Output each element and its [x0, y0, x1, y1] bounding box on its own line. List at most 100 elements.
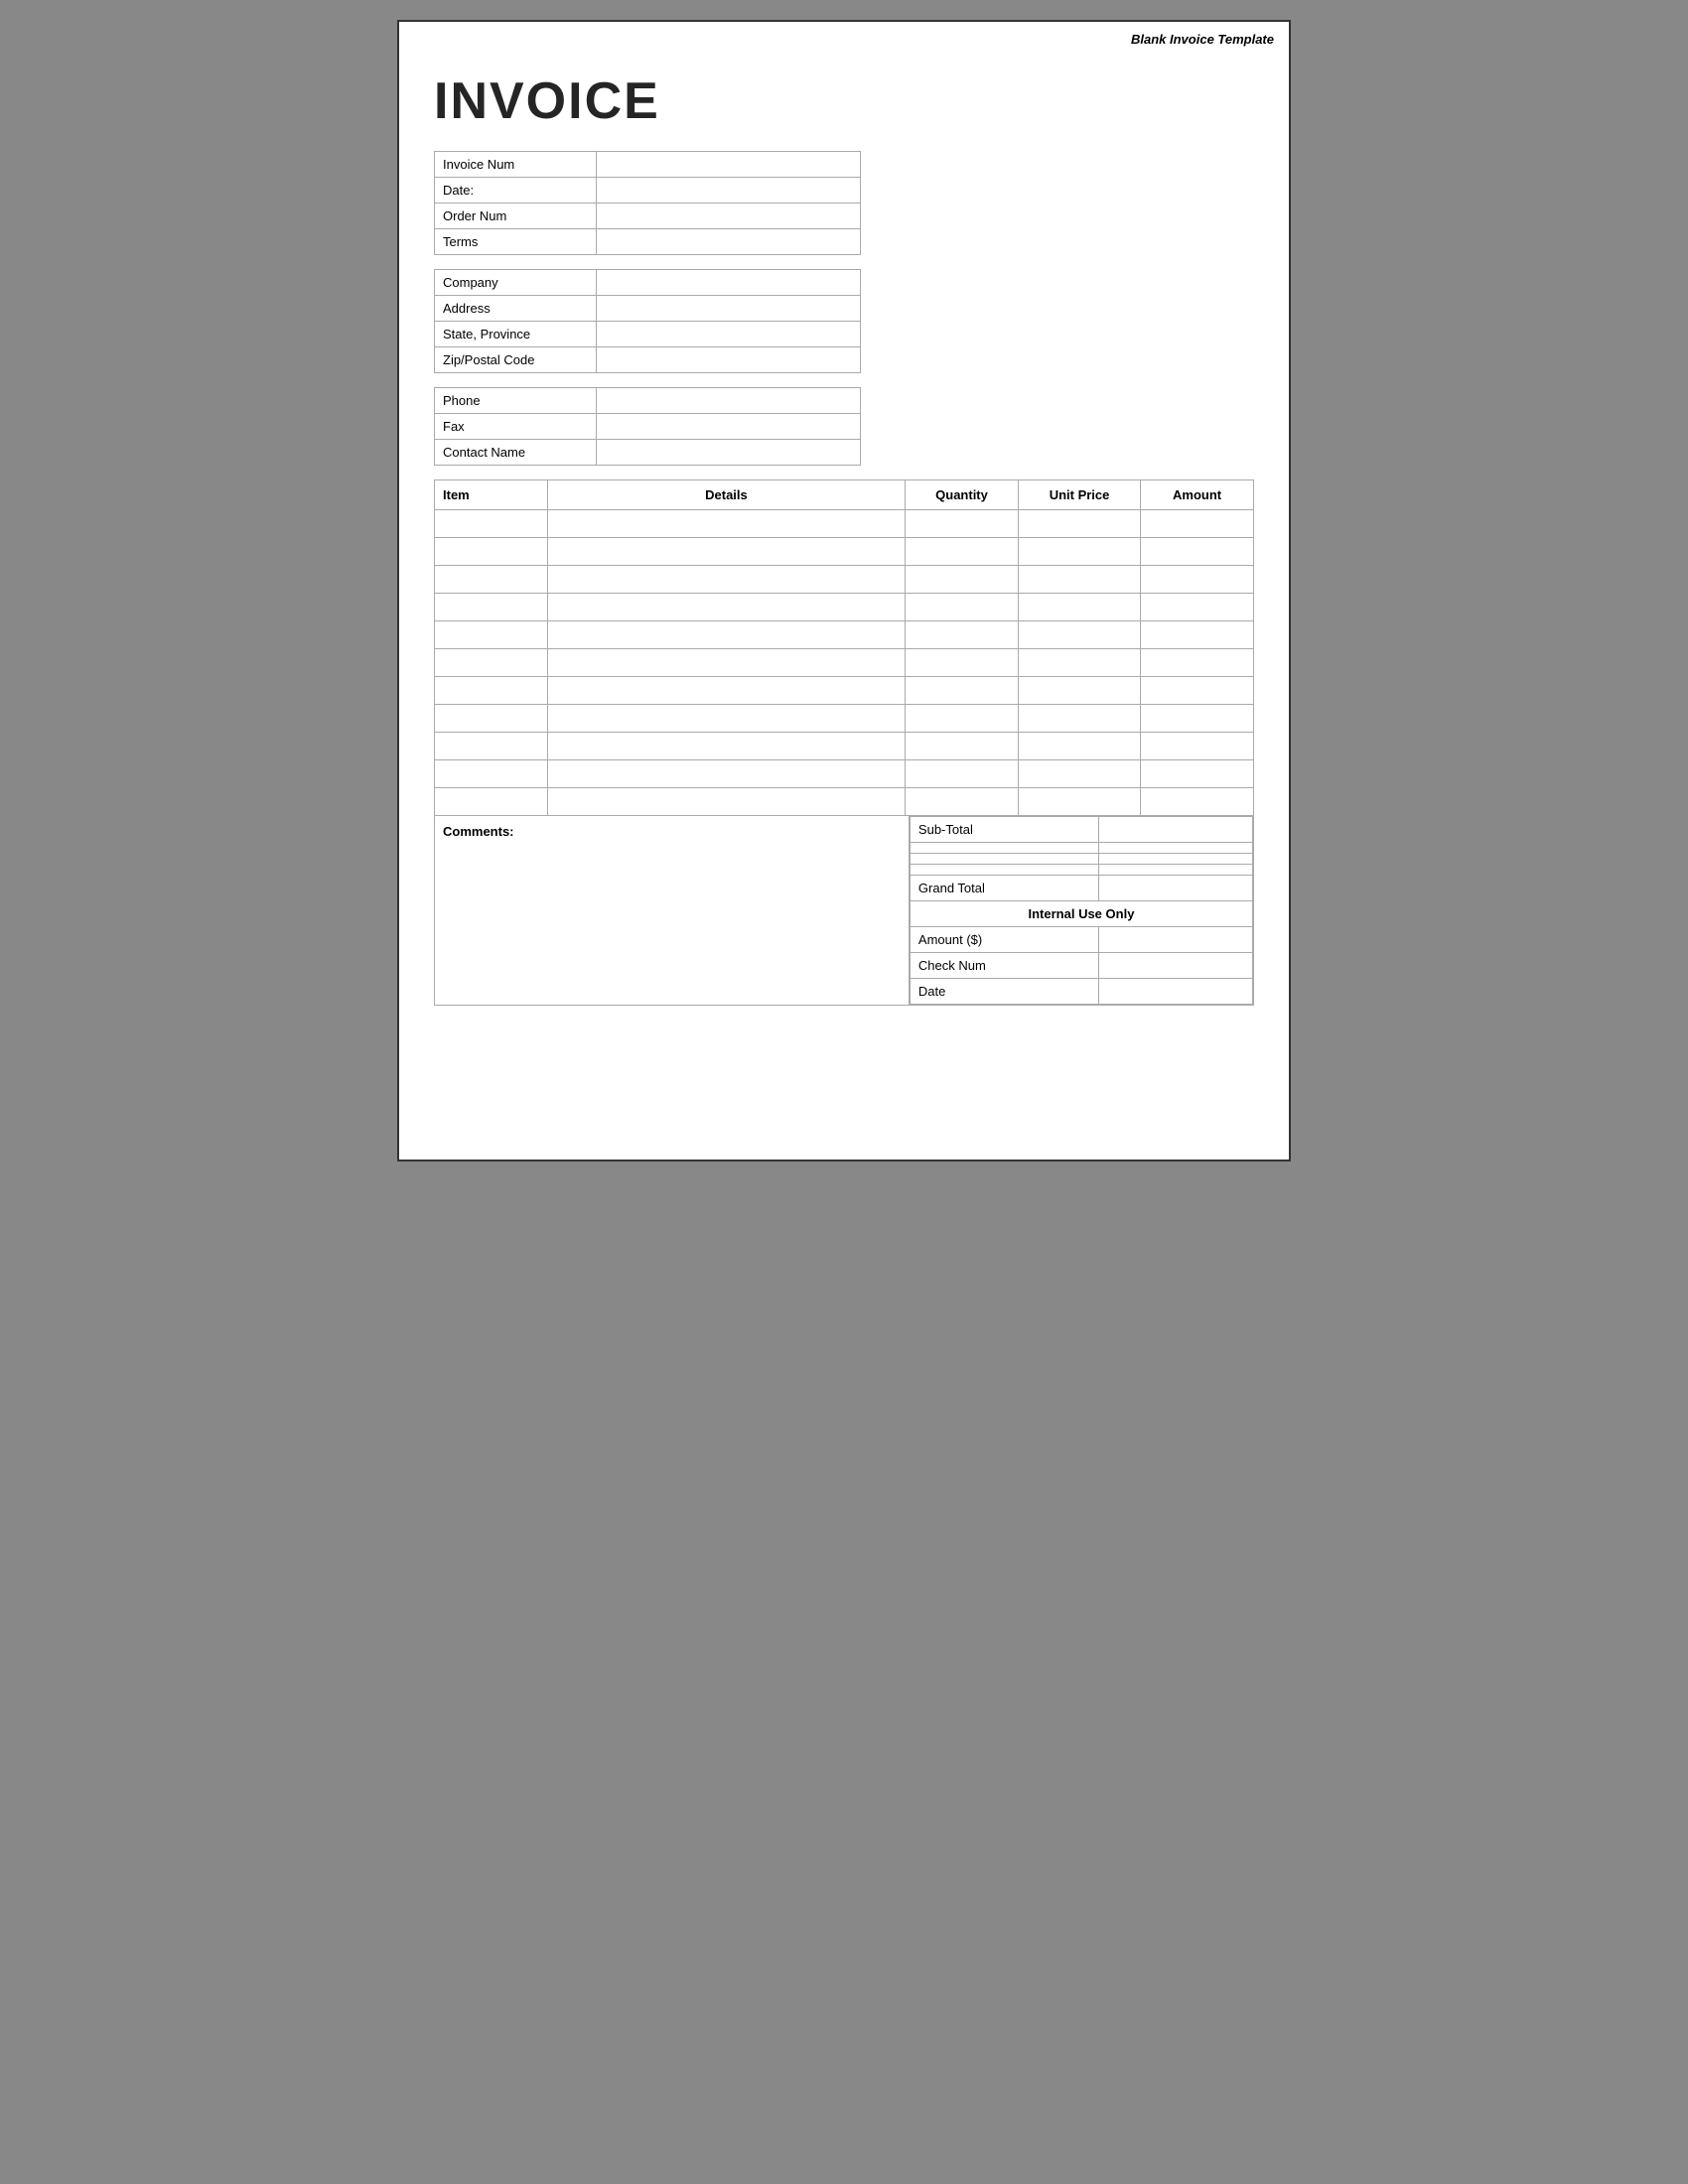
items-cell[interactable]: [1141, 733, 1254, 760]
items-cell[interactable]: [1018, 760, 1140, 788]
items-cell[interactable]: [1018, 566, 1140, 594]
contact-name-label: Contact Name: [435, 440, 597, 466]
items-cell[interactable]: [435, 566, 548, 594]
items-cell[interactable]: [906, 733, 1019, 760]
items-cell[interactable]: [1018, 788, 1140, 816]
items-cell[interactable]: [1141, 594, 1254, 621]
items-cell[interactable]: [906, 677, 1019, 705]
items-cell[interactable]: [906, 538, 1019, 566]
items-cell[interactable]: [1018, 538, 1140, 566]
fax-value[interactable]: [596, 414, 860, 440]
items-cell[interactable]: [1141, 538, 1254, 566]
phone-label: Phone: [435, 388, 597, 414]
items-cell[interactable]: [435, 621, 548, 649]
items-cell[interactable]: [906, 510, 1019, 538]
items-cell[interactable]: [906, 594, 1019, 621]
items-cell[interactable]: [906, 649, 1019, 677]
order-num-value[interactable]: [596, 204, 860, 229]
extra-row-3: [910, 865, 1252, 876]
address-value[interactable]: [596, 296, 860, 322]
items-cell[interactable]: [435, 705, 548, 733]
internal-date-value[interactable]: [1098, 979, 1252, 1005]
internal-date-row: Date: [910, 979, 1252, 1005]
internal-use-header-row: Internal Use Only: [910, 901, 1252, 927]
items-cell[interactable]: [906, 760, 1019, 788]
quantity-header: Quantity: [906, 480, 1019, 510]
items-cell[interactable]: [1018, 594, 1140, 621]
items-cell[interactable]: [547, 760, 905, 788]
state-province-value[interactable]: [596, 322, 860, 347]
zip-postal-label: Zip/Postal Code: [435, 347, 597, 373]
items-cell[interactable]: [906, 566, 1019, 594]
items-cell[interactable]: [1141, 510, 1254, 538]
items-cell[interactable]: [1018, 510, 1140, 538]
items-cell[interactable]: [906, 621, 1019, 649]
date-value[interactable]: [596, 178, 860, 204]
items-cell[interactable]: [547, 510, 905, 538]
grand-total-value[interactable]: [1098, 876, 1252, 901]
items-cell[interactable]: [547, 538, 905, 566]
internal-date-label: Date: [910, 979, 1098, 1005]
items-cell[interactable]: [435, 677, 548, 705]
comments-area[interactable]: Comments:: [435, 816, 910, 1005]
items-table: Item Details Quantity Unit Price Amount: [434, 479, 1254, 816]
items-cell[interactable]: [435, 788, 548, 816]
items-cell[interactable]: [435, 760, 548, 788]
page-title: Blank Invoice Template: [1131, 32, 1274, 47]
check-num-value[interactable]: [1098, 953, 1252, 979]
invoice-num-value[interactable]: [596, 152, 860, 178]
amount-dollar-value[interactable]: [1098, 927, 1252, 953]
items-cell[interactable]: [547, 705, 905, 733]
extra-value-2[interactable]: [1098, 854, 1252, 865]
items-cell[interactable]: [1141, 705, 1254, 733]
items-cell[interactable]: [547, 788, 905, 816]
items-cell[interactable]: [906, 788, 1019, 816]
extra-value-1[interactable]: [1098, 843, 1252, 854]
items-row: [435, 649, 1254, 677]
amount-dollar-row: Amount ($): [910, 927, 1252, 953]
items-cell[interactable]: [547, 566, 905, 594]
phone-value[interactable]: [596, 388, 860, 414]
items-cell[interactable]: [1018, 649, 1140, 677]
items-cell[interactable]: [1141, 788, 1254, 816]
grand-total-row: Grand Total: [910, 876, 1252, 901]
items-cell[interactable]: [1141, 760, 1254, 788]
address-label: Address: [435, 296, 597, 322]
items-cell[interactable]: [547, 677, 905, 705]
table-row: Date:: [435, 178, 861, 204]
items-cell[interactable]: [435, 538, 548, 566]
invoice-title: INVOICE: [434, 71, 1254, 131]
items-cell[interactable]: [435, 510, 548, 538]
company-info-table: Company Address State, Province Zip/Post…: [434, 269, 861, 373]
contact-name-value[interactable]: [596, 440, 860, 466]
items-header-row: Item Details Quantity Unit Price Amount: [435, 480, 1254, 510]
items-cell[interactable]: [1141, 566, 1254, 594]
zip-postal-value[interactable]: [596, 347, 860, 373]
subtotal-value[interactable]: [1098, 817, 1252, 843]
amount-header: Amount: [1141, 480, 1254, 510]
items-cell[interactable]: [435, 649, 548, 677]
items-cell[interactable]: [1141, 677, 1254, 705]
invoice-info-section: Invoice Num Date: Order Num Terms: [434, 151, 1254, 255]
items-cell[interactable]: [1141, 649, 1254, 677]
items-cell[interactable]: [547, 594, 905, 621]
items-cell[interactable]: [906, 705, 1019, 733]
items-cell[interactable]: [547, 733, 905, 760]
fax-label: Fax: [435, 414, 597, 440]
grand-total-label: Grand Total: [910, 876, 1098, 901]
items-cell[interactable]: [1018, 677, 1140, 705]
items-cell[interactable]: [435, 594, 548, 621]
items-cell[interactable]: [1018, 733, 1140, 760]
items-cell[interactable]: [1018, 705, 1140, 733]
terms-value[interactable]: [596, 229, 860, 255]
extra-value-3[interactable]: [1098, 865, 1252, 876]
items-cell[interactable]: [435, 733, 548, 760]
table-row: Order Num: [435, 204, 861, 229]
invoice-num-label: Invoice Num: [435, 152, 597, 178]
items-cell[interactable]: [547, 621, 905, 649]
items-cell[interactable]: [547, 649, 905, 677]
company-value[interactable]: [596, 270, 860, 296]
items-cell[interactable]: [1141, 621, 1254, 649]
items-row: [435, 733, 1254, 760]
items-cell[interactable]: [1018, 621, 1140, 649]
